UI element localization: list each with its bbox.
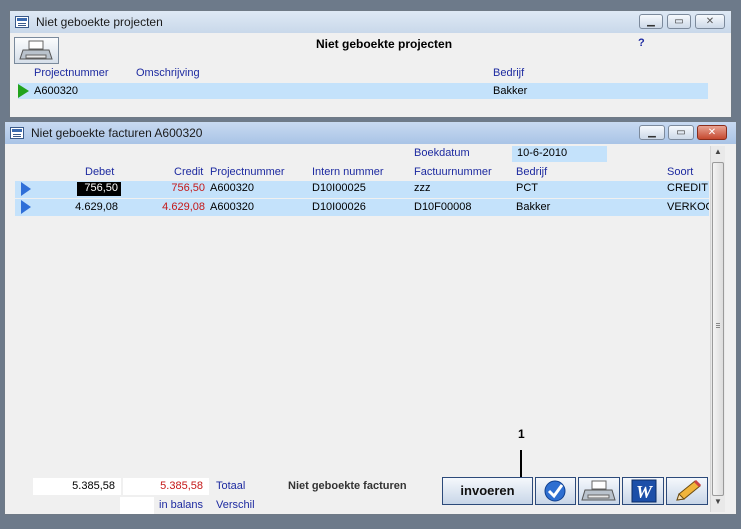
word-icon: W: [631, 479, 657, 503]
checkmark-icon: [544, 480, 566, 502]
print-preview-button[interactable]: [578, 477, 620, 505]
balans-label: in balans: [159, 499, 204, 511]
credit-value: 756,50: [171, 182, 205, 194]
project-number: A600320: [34, 85, 79, 97]
project-row[interactable]: [18, 83, 708, 99]
intern-value: D10I00026: [312, 201, 366, 213]
col-bedrijf[interactable]: Bedrijf: [516, 166, 547, 178]
printer-icon: [581, 480, 616, 501]
invoices-window: Niet geboekte facturen A600320 ▁ ▭ ✕ Boe…: [4, 121, 737, 515]
vertical-scrollbar[interactable]: ▲ ▼: [710, 146, 725, 512]
projects-titlebar[interactable]: Niet geboekte projecten ▁ ▭ ✕: [10, 11, 731, 33]
credit-value: 4.629,08: [162, 201, 205, 213]
projects-window: Niet geboekte projecten ▁ ▭ ✕ Niet geboe…: [9, 10, 732, 118]
print-button[interactable]: [14, 37, 59, 64]
debet-value: 756,50: [84, 182, 118, 194]
projects-heading: Niet geboekte projecten: [316, 37, 453, 51]
scroll-up-icon[interactable]: ▲: [711, 147, 725, 161]
pencil-icon: [676, 479, 702, 501]
scroll-down-icon[interactable]: ▼: [711, 497, 725, 511]
factuur-value: zzz: [414, 182, 431, 194]
maximize-button[interactable]: ▭: [668, 125, 694, 140]
boekdatum-field[interactable]: 10-6-2010: [512, 146, 607, 162]
scroll-thumb[interactable]: [712, 162, 724, 496]
bedrijf-value: Bakker: [516, 201, 551, 213]
projectnummer-value: A600320: [210, 201, 255, 213]
close-button[interactable]: ✕: [695, 14, 725, 29]
col-bedrijf[interactable]: Bedrijf: [493, 67, 524, 79]
col-projectnummer[interactable]: Projectnummer: [210, 166, 285, 178]
confirm-button[interactable]: [535, 477, 576, 505]
svg-text:W: W: [636, 482, 654, 502]
col-debet[interactable]: Debet: [85, 166, 114, 178]
col-projectnummer[interactable]: Projectnummer: [34, 67, 109, 79]
verschil-box: [120, 497, 154, 514]
bedrijf-value: PCT: [516, 182, 538, 194]
col-factuurnummer[interactable]: Factuurnummer: [414, 166, 492, 178]
invoeren-button[interactable]: invoeren: [442, 477, 533, 505]
footer-caption: Niet geboekte facturen: [288, 480, 407, 492]
factuur-value: D10F00008: [414, 201, 472, 213]
help-link[interactable]: ?: [638, 37, 645, 49]
row-pointer-icon: [21, 200, 31, 214]
debet-total: 5.385,58: [72, 480, 115, 492]
invoices-window-title: Niet geboekte facturen A600320: [31, 126, 203, 140]
project-bedrijf: Bakker: [493, 85, 528, 97]
intern-value: D10I00025: [312, 182, 366, 194]
boekdatum-value: 10-6-2010: [517, 147, 568, 159]
edit-button[interactable]: [666, 477, 708, 505]
row-pointer-icon: [21, 182, 31, 196]
word-export-button[interactable]: W: [622, 477, 664, 505]
projectnummer-value: A600320: [210, 182, 255, 194]
credit-total: 5.385,58: [160, 480, 203, 492]
col-omschrijving[interactable]: Omschrijving: [136, 67, 200, 79]
projects-window-title: Niet geboekte projecten: [36, 15, 163, 29]
soort-value: CREDIT: [667, 182, 708, 194]
window-app-icon: [15, 16, 29, 28]
callout-number: 1: [518, 427, 525, 441]
verschil-label: Verschil: [216, 499, 255, 511]
col-intern-nummer[interactable]: Intern nummer: [312, 166, 384, 178]
col-credit[interactable]: Credit: [174, 166, 203, 178]
close-button[interactable]: ✕: [697, 125, 727, 140]
printer-icon: [19, 40, 53, 60]
col-soort[interactable]: Soort: [667, 166, 693, 178]
totaal-label: Totaal: [216, 480, 246, 492]
invoices-titlebar[interactable]: Niet geboekte facturen A600320 ▁ ▭ ✕: [5, 122, 736, 144]
debet-value: 4.629,08: [75, 201, 118, 213]
minimize-button[interactable]: ▁: [639, 125, 665, 140]
row-pointer-icon: [18, 84, 29, 98]
window-app-icon: [10, 127, 24, 139]
maximize-button[interactable]: ▭: [667, 14, 691, 29]
boekdatum-label: Boekdatum: [414, 147, 470, 159]
minimize-button[interactable]: ▁: [639, 14, 663, 29]
soort-value: VERKOOP: [667, 201, 709, 213]
